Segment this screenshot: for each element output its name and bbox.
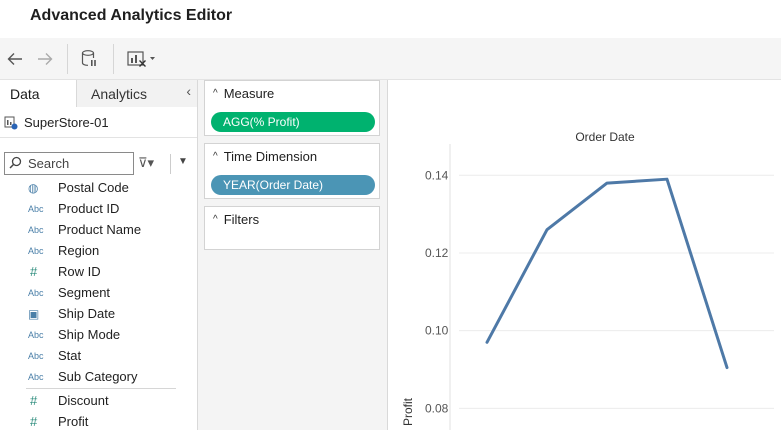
field-item[interactable]: ▣ Ship Date — [0, 303, 197, 324]
database-pause-icon[interactable] — [78, 47, 102, 71]
field-label: Product Name — [58, 222, 142, 237]
toolbar-separator — [67, 44, 68, 74]
field-list: ◍ Postal Code Abc Product ID Abc Product Name… — [0, 177, 197, 430]
field-item[interactable]: # Profit — [0, 411, 197, 430]
field-label: Product ID — [58, 201, 120, 216]
string-type-icon: Abc — [28, 329, 44, 340]
field-item[interactable]: # Row ID — [0, 261, 197, 282]
time-dimension-header: Time Dimension — [223, 148, 318, 164]
chevron-up-icon[interactable]: ^ — [213, 88, 218, 99]
number-type-icon: # — [30, 264, 38, 279]
measure-pill[interactable]: AGG(% Profit) — [211, 112, 375, 132]
field-item[interactable]: Abc Sub Category — [0, 366, 197, 387]
pane-tabs: Data Analytics ‹ — [0, 80, 197, 107]
line-chart: 0.08 0.10 0.12 0.14 Order Date Profit — [401, 130, 774, 430]
field-label: Profit — [58, 414, 89, 429]
collapse-pane-icon[interactable]: ‹ — [186, 83, 191, 99]
chart-clear-icon[interactable] — [124, 47, 158, 71]
field-item[interactable]: Abc Product ID — [0, 198, 197, 219]
series-line — [485, 177, 729, 370]
search-row: Search ⊽▾ ▼ — [4, 152, 194, 176]
field-item[interactable]: Abc Region — [0, 240, 197, 261]
filters-card: ^ Filters — [204, 206, 380, 250]
date-type-icon: ▣ — [28, 306, 40, 321]
number-type-icon: # — [30, 414, 38, 429]
field-divider — [26, 388, 176, 389]
number-type-icon: # — [30, 393, 38, 408]
search-placeholder: Search — [28, 156, 70, 171]
search-separator — [170, 154, 171, 174]
datasource-name: SuperStore-01 — [24, 115, 109, 130]
string-type-icon: Abc — [28, 350, 44, 361]
field-label: Sub Category — [58, 369, 138, 384]
chart-pane: 0.08 0.10 0.12 0.14 Order Date Profit — [389, 80, 781, 430]
time-dimension-card: ^ Time Dimension YEAR(Order Date) — [204, 143, 380, 199]
measure-card: ^ Measure AGG(% Profit) — [204, 80, 380, 136]
shelves-pane: ^ Measure AGG(% Profit) ^ Time Dimension… — [198, 80, 388, 430]
chevron-up-icon[interactable]: ^ — [213, 214, 218, 225]
field-label: Ship Date — [58, 306, 116, 321]
y-tick-label: 0.14 — [425, 168, 449, 182]
chevron-up-icon[interactable]: ^ — [213, 151, 218, 162]
title-bar: Advanced Analytics Editor — [0, 0, 781, 38]
y-tick-label: 0.10 — [425, 324, 449, 338]
geo-type-icon: ◍ — [28, 180, 39, 195]
y-tick-label: 0.08 — [425, 401, 449, 415]
field-label: Stat — [58, 348, 82, 363]
field-label: Ship Mode — [58, 327, 121, 342]
tab-analytics[interactable]: Analytics — [77, 80, 197, 107]
y-tick-label: 0.12 — [425, 246, 449, 260]
search-input[interactable]: Search — [4, 152, 134, 175]
field-label: Region — [58, 243, 100, 258]
string-type-icon: Abc — [28, 224, 44, 235]
arrow-right-icon[interactable] — [34, 47, 56, 71]
filters-header: Filters — [223, 211, 260, 227]
toolbar — [0, 38, 781, 80]
field-item[interactable]: Abc Product Name — [0, 219, 197, 240]
chevron-down-icon[interactable]: ▼ — [178, 156, 188, 167]
time-dimension-pill[interactable]: YEAR(Order Date) — [211, 175, 375, 195]
field-item[interactable]: # Discount — [0, 390, 197, 411]
string-type-icon: Abc — [28, 371, 44, 382]
field-label: Row ID — [58, 264, 101, 279]
field-label: Discount — [58, 393, 109, 408]
field-item[interactable]: Abc Segment — [0, 282, 197, 303]
toolbar-separator — [113, 44, 114, 74]
datasource-icon — [4, 116, 18, 130]
datasource-item[interactable]: SuperStore-01 — [0, 108, 197, 138]
field-label: Segment — [58, 285, 111, 300]
field-item[interactable]: Abc Stat — [0, 345, 197, 366]
field-item[interactable]: ◍ Postal Code — [0, 177, 197, 198]
field-item[interactable]: Abc Ship Mode — [0, 324, 197, 345]
string-type-icon: Abc — [28, 287, 44, 298]
measure-header: Measure — [223, 85, 275, 101]
chart-title: Order Date — [575, 130, 635, 144]
field-label: Postal Code — [58, 180, 129, 195]
string-type-icon: Abc — [28, 203, 44, 214]
y-axis-label: Profit — [401, 397, 415, 426]
tab-data[interactable]: Data — [0, 80, 77, 107]
arrow-left-icon[interactable] — [4, 47, 26, 71]
search-icon — [9, 156, 22, 172]
filter-icon[interactable]: ⊽▾ — [138, 155, 154, 171]
data-pane: Data Analytics ‹ SuperStore-01 Search ⊽▾… — [0, 80, 198, 430]
string-type-icon: Abc — [28, 245, 44, 256]
window-title: Advanced Analytics Editor — [30, 7, 233, 24]
